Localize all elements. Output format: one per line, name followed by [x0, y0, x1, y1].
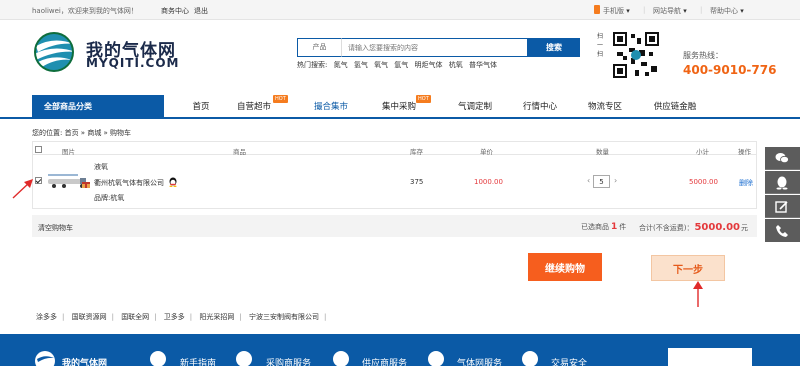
partner-link[interactable]: 宁波三安制阀有限公司 — [249, 313, 319, 321]
quantity-input[interactable] — [593, 175, 610, 188]
phone-side-button[interactable] — [765, 219, 800, 242]
footer-item-platform[interactable]: 气体网服务 — [457, 356, 502, 366]
header-product: 商品 — [233, 148, 246, 156]
header-image: 图片 — [62, 148, 75, 156]
footer-logo-icon — [35, 351, 55, 366]
table-header — [32, 145, 757, 155]
nav-item-custom-gas[interactable]: 气调定制 — [453, 95, 497, 117]
nav-item-supply-chain-finance[interactable]: 供应链金融 — [647, 95, 703, 117]
mobile-link[interactable]: 手机版 ▾ — [603, 6, 630, 16]
annotation-arrow-icon — [12, 179, 33, 199]
help-center-link[interactable]: 帮助中心 ▾ — [710, 6, 744, 16]
unit-price: 1000.00 — [474, 178, 503, 186]
total-text: 合计(不含运费)：5000.00元 — [639, 222, 749, 233]
nav-item-market-quotes[interactable]: 行情中心 — [518, 95, 562, 117]
footer-qr-code — [668, 348, 752, 366]
search-button[interactable]: 搜索 — [528, 38, 580, 57]
wechat-side-button[interactable] — [765, 147, 800, 170]
qr-label: 扫一扫 — [597, 33, 604, 58]
site-nav-link[interactable]: 网站导航 ▾ — [653, 6, 687, 16]
logo-icon[interactable] — [30, 32, 78, 72]
header-subtotal: 小计 — [696, 148, 709, 156]
partner-link[interactable]: 卫多多 — [164, 313, 185, 321]
footer-item-security[interactable]: 交易安全 — [551, 356, 587, 366]
merchant-center-link[interactable]: 商务中心 — [161, 6, 189, 16]
product-name[interactable]: 液氧 — [94, 162, 108, 172]
supplier-service-icon — [333, 351, 349, 366]
qr-code-icon — [611, 30, 661, 80]
partner-link[interactable]: 国联资源网 — [72, 313, 107, 321]
delete-link[interactable]: 删除 — [739, 178, 753, 188]
header-price: 单价 — [480, 148, 493, 156]
gift-icon — [82, 182, 90, 188]
search-category-select[interactable]: 产品 — [297, 38, 341, 57]
hot-keyword[interactable]: 氩气 — [394, 61, 408, 69]
header-qty: 数量 — [596, 148, 609, 156]
trade-security-icon — [522, 351, 538, 366]
nav-item-logistics[interactable]: 物流专区 — [583, 95, 627, 117]
footer-item-guide[interactable]: 新手指南 — [180, 356, 216, 366]
continue-shopping-button[interactable]: 继续购物 — [528, 253, 602, 281]
qq-side-button[interactable] — [765, 171, 800, 194]
qq-icon — [776, 176, 788, 190]
search-input[interactable] — [341, 38, 528, 57]
item-checkbox[interactable] — [35, 177, 42, 184]
hot-search-label: 热门搜索: — [297, 61, 328, 69]
total-amount: 5000.00 — [694, 222, 741, 233]
hotline-number: 400-9010-776 — [683, 63, 777, 77]
hot-badge: HOT — [273, 95, 288, 103]
qty-increase-button[interactable]: › — [614, 176, 617, 185]
platform-service-icon — [428, 351, 444, 366]
partner-link[interactable]: 涂多多 — [36, 313, 57, 321]
hot-keyword[interactable]: 普华气体 — [469, 61, 497, 69]
logout-link[interactable]: 退出 — [194, 6, 208, 16]
subtotal-value: 5000.00 — [689, 178, 718, 186]
stock-value: 375 — [410, 178, 424, 186]
top-bar: haoliwei，欢迎来到我的气体网！ 商务中心 退出 手机版 ▾ | 网站导航… — [0, 0, 800, 20]
selected-count: 1 — [611, 222, 618, 232]
breadcrumb: 您的位置: 首页 » 商城 » 购物车 — [32, 129, 132, 137]
hot-search-list: 热门搜索: 氮气 氢气 氧气 氩气 明炬气体 杭氧 普华气体 — [297, 60, 497, 70]
feedback-side-button[interactable] — [765, 195, 800, 218]
mobile-icon — [594, 5, 600, 14]
footer-logo-text: 我的气体网 — [62, 359, 108, 366]
select-all-checkbox[interactable] — [35, 146, 42, 153]
phone-icon — [776, 225, 788, 237]
hot-keyword[interactable]: 杭氧 — [449, 61, 463, 69]
next-step-button[interactable]: 下一步 — [651, 255, 725, 281]
footer-item-supplier[interactable]: 供应商服务 — [362, 356, 407, 366]
nav-item-home[interactable]: 首页 — [184, 95, 218, 117]
nav-item-self-market[interactable]: 自营超市 — [232, 95, 276, 117]
all-categories-button[interactable]: 全部商品分类 — [32, 95, 164, 119]
nav-item-group-purchase[interactable]: 集中采购 — [377, 95, 421, 117]
hot-keyword[interactable]: 氧气 — [374, 61, 388, 69]
edit-icon — [775, 201, 788, 213]
hot-keyword[interactable]: 氢气 — [354, 61, 368, 69]
header-action: 操作 — [738, 148, 751, 156]
hot-badge: HOT — [416, 95, 431, 103]
clear-cart-link[interactable]: 清空购物车 — [38, 223, 73, 233]
partner-link[interactable]: 阳光采招网 — [199, 313, 234, 321]
selected-count-text: 已选商品 1 件 — [581, 222, 627, 232]
nav-item-match-market[interactable]: 撮合集市 — [309, 95, 353, 117]
qty-decrease-button[interactable]: ‹ — [587, 176, 590, 185]
hotline-label: 服务热线： — [683, 51, 723, 60]
annotation-arrow-icon — [693, 281, 703, 307]
wechat-icon — [775, 153, 789, 164]
footer-item-buyer[interactable]: 采购商服务 — [266, 356, 311, 366]
logo-subtitle: MYQITI.COM — [86, 56, 180, 70]
header-stock: 库存 — [410, 148, 423, 156]
partner-links: 涂多多 | 国联资源网 | 国联全网 | 卫多多 | 阳光采招网 | 宁波三安制阀有限公司… — [36, 313, 327, 321]
hot-keyword[interactable]: 氮气 — [334, 61, 348, 69]
hot-keyword[interactable]: 明炬气体 — [415, 61, 443, 69]
buyer-service-icon — [236, 351, 252, 366]
qq-chat-icon[interactable] — [168, 177, 178, 187]
product-brand: 品牌:杭氧 — [94, 194, 125, 202]
guide-icon — [150, 351, 166, 366]
partner-link[interactable]: 国联全网 — [121, 313, 149, 321]
product-company[interactable]: 衢州杭氧气体有限公司 — [94, 178, 164, 188]
greeting-text: haoliwei，欢迎来到我的气体网！ — [32, 7, 138, 15]
